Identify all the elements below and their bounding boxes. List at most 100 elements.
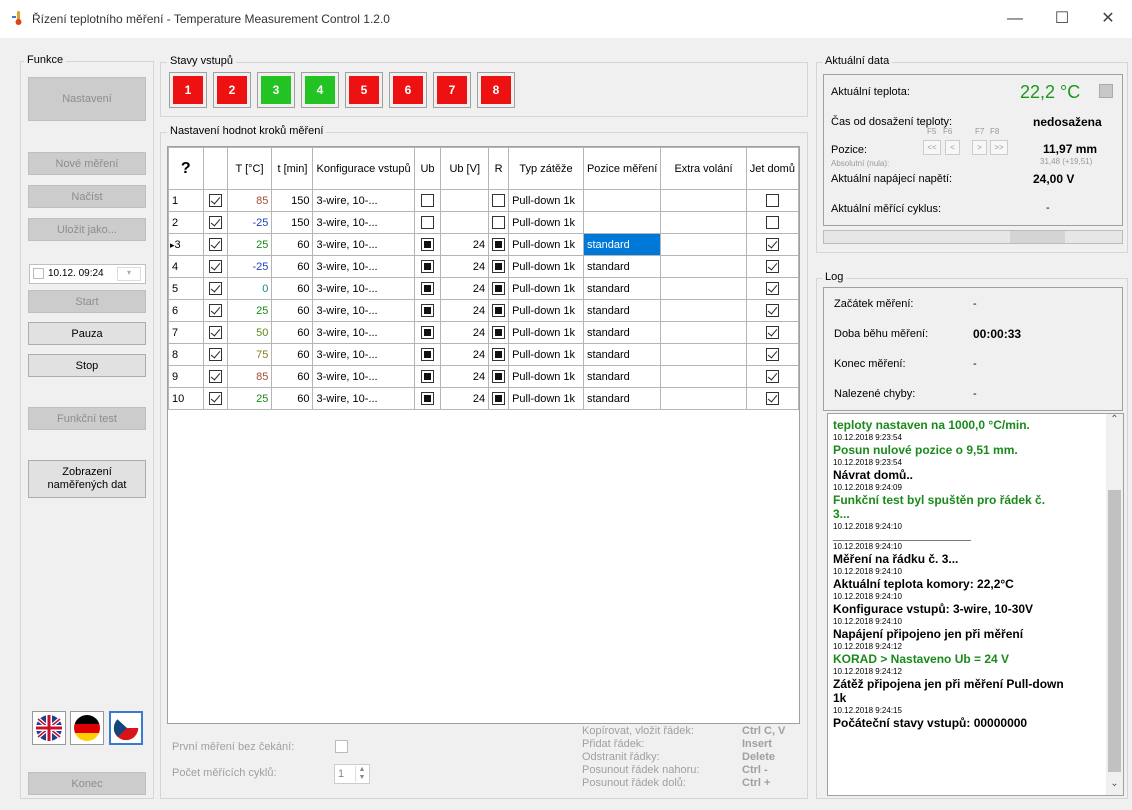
enable-checkbox[interactable] [208, 392, 222, 405]
column-header[interactable]: T [°C] [226, 147, 273, 190]
column-header[interactable]: Jet domů [745, 147, 800, 190]
enable-checkbox[interactable] [208, 260, 222, 273]
log-scrollbar[interactable]: ⌃ ⌄ [1106, 414, 1123, 795]
temperature-cell[interactable]: -25 [226, 211, 273, 234]
typ-zateze-cell[interactable]: Pull-down 1k [508, 299, 584, 322]
ub-checkbox[interactable] [421, 304, 435, 317]
jet-domu-checkbox[interactable] [765, 326, 779, 339]
jet-domu-checkbox[interactable] [765, 370, 779, 383]
ub-checkbox[interactable] [421, 392, 435, 405]
pozice-fast-forward-button[interactable]: >> [990, 140, 1008, 155]
time-cell[interactable]: 60 [271, 343, 314, 366]
jet-domu-checkbox[interactable] [765, 348, 779, 361]
extra-volani-cell[interactable] [660, 321, 747, 344]
column-header[interactable]: t [min] [271, 147, 314, 190]
ub-checkbox[interactable] [421, 370, 435, 383]
konfigurace-cell[interactable]: 3-wire, 10-... [312, 233, 415, 256]
ub-checkbox[interactable] [421, 348, 435, 361]
column-header[interactable]: Ub [V] [440, 147, 490, 190]
row-number[interactable]: 7 [168, 321, 204, 344]
ub-voltage-cell[interactable]: 24 [440, 321, 490, 344]
ulozit-jako-button[interactable]: Uložit jako... [28, 218, 146, 241]
pozice-mereni-cell[interactable]: standard [582, 387, 662, 410]
temperature-cell[interactable]: 0 [226, 277, 273, 300]
funkcni-test-button[interactable]: Funkční test [28, 407, 146, 430]
time-cell[interactable]: 60 [271, 255, 314, 278]
table-row[interactable]: 4 -25 60 3-wire, 10-... 24 Pull-down 1k standa… [168, 255, 800, 278]
column-header[interactable]: ? [168, 147, 204, 190]
nastaveni-button[interactable]: Nastavení [28, 77, 146, 121]
ub-voltage-cell[interactable] [440, 189, 490, 212]
row-number[interactable]: 2 [168, 211, 204, 234]
enable-checkbox[interactable] [208, 194, 222, 207]
temperature-cell[interactable]: 50 [226, 321, 273, 344]
row-number[interactable]: 9 [168, 365, 204, 388]
extra-volani-cell[interactable] [660, 387, 747, 410]
konfigurace-cell[interactable]: 3-wire, 10-... [312, 255, 415, 278]
flag-germany-icon[interactable] [70, 711, 104, 745]
pauza-button[interactable]: Pauza [28, 322, 146, 345]
time-cell[interactable]: 60 [271, 365, 314, 388]
time-cell[interactable]: 60 [271, 299, 314, 322]
r-checkbox[interactable] [492, 304, 506, 317]
typ-zateze-cell[interactable]: Pull-down 1k [508, 387, 584, 410]
ub-checkbox[interactable] [421, 326, 435, 339]
typ-zateze-cell[interactable]: Pull-down 1k [508, 211, 584, 234]
pozice-mereni-cell[interactable]: standard [582, 255, 662, 278]
ub-voltage-cell[interactable]: 24 [440, 299, 490, 322]
log-textbox[interactable]: teploty nastaven na 1000,0 °C/min. 10.12.… [827, 413, 1124, 796]
extra-volani-cell[interactable] [660, 189, 747, 212]
table-row[interactable]: 10 25 60 3-wire, 10-... 24 Pull-down 1k standa… [168, 387, 800, 410]
jet-domu-checkbox[interactable] [765, 194, 779, 207]
stop-button[interactable]: Stop [28, 354, 146, 377]
pozice-mereni-cell[interactable]: standard [582, 365, 662, 388]
pozice-back-button[interactable]: < [945, 140, 960, 155]
row-number[interactable]: ▸3 [168, 233, 204, 256]
nacist-button[interactable]: Načíst [28, 185, 146, 208]
temperature-cell[interactable]: 25 [226, 299, 273, 322]
jet-domu-checkbox[interactable] [765, 238, 779, 251]
extra-volani-cell[interactable] [660, 365, 747, 388]
prvni-mereni-checkbox[interactable] [335, 740, 348, 753]
datetime-picker[interactable]: 10.12. 09:24 ▾ [29, 264, 146, 284]
typ-zateze-cell[interactable]: Pull-down 1k [508, 343, 584, 366]
ub-checkbox[interactable] [421, 260, 435, 273]
steps-grid[interactable]: ? T [°C] t [min] Konfigurace vstupů Ub Ub [V]… [167, 146, 800, 724]
ub-voltage-cell[interactable]: 24 [440, 255, 490, 278]
flag-czech-icon[interactable] [109, 711, 143, 745]
pozice-mereni-cell[interactable]: standard [582, 321, 662, 344]
jet-domu-checkbox[interactable] [765, 392, 779, 405]
table-row[interactable]: 2 -25 150 3-wire, 10-... Pull-down 1k [168, 211, 800, 234]
ub-voltage-cell[interactable]: 24 [440, 233, 490, 256]
scroll-up-icon[interactable]: ⌃ [1106, 414, 1123, 431]
table-row[interactable]: 6 25 60 3-wire, 10-... 24 Pull-down 1k standar… [168, 299, 800, 322]
pozice-mereni-cell[interactable]: standard [582, 277, 662, 300]
temperature-cell[interactable]: 85 [226, 189, 273, 212]
row-number[interactable]: 10 [168, 387, 204, 410]
pozice-fast-back-button[interactable]: << [923, 140, 941, 155]
maximize-button[interactable]: ☐ [1042, 6, 1082, 32]
enable-checkbox[interactable] [208, 216, 222, 229]
temperature-cell[interactable]: 25 [226, 387, 273, 410]
datetime-checkbox[interactable] [33, 268, 44, 279]
flag-uk-icon[interactable] [32, 711, 66, 745]
pozice-mereni-cell[interactable]: standard [582, 299, 662, 322]
column-header[interactable]: Konfigurace vstupů [312, 147, 415, 190]
ub-checkbox[interactable] [421, 216, 435, 229]
pocet-cyklu-stepper[interactable]: 1 ▲ ▼ [334, 764, 370, 784]
r-checkbox[interactable] [492, 194, 506, 207]
extra-volani-cell[interactable] [660, 255, 747, 278]
konfigurace-cell[interactable]: 3-wire, 10-... [312, 299, 415, 322]
time-cell[interactable]: 60 [271, 321, 314, 344]
jet-domu-checkbox[interactable] [765, 216, 779, 229]
enable-checkbox[interactable] [208, 348, 222, 361]
column-header[interactable]: Typ zátěže [508, 147, 584, 190]
extra-volani-cell[interactable] [660, 277, 747, 300]
temperature-cell[interactable]: 75 [226, 343, 273, 366]
start-button[interactable]: Start [28, 290, 146, 313]
enable-checkbox[interactable] [208, 370, 222, 383]
extra-volani-cell[interactable] [660, 233, 747, 256]
konfigurace-cell[interactable]: 3-wire, 10-... [312, 211, 415, 234]
ub-voltage-cell[interactable]: 24 [440, 387, 490, 410]
ub-checkbox[interactable] [421, 238, 435, 251]
